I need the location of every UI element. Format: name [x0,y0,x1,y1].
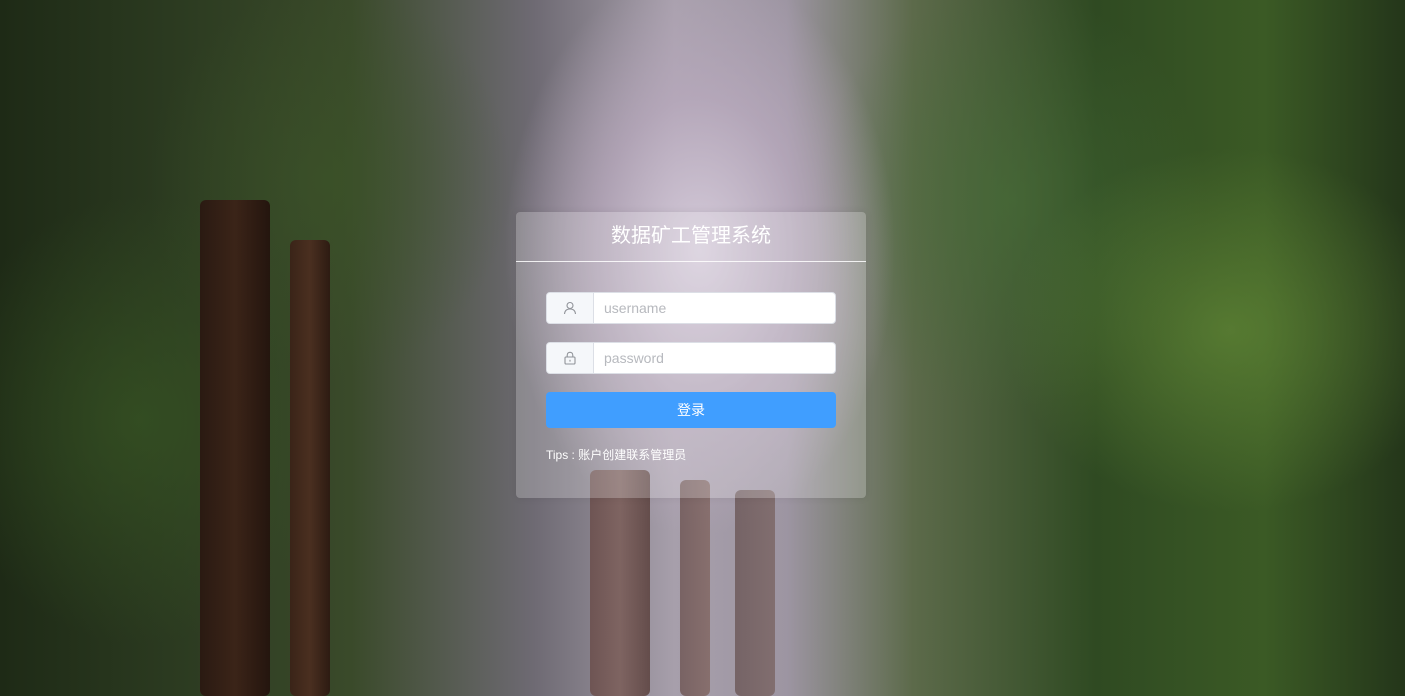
tree-trunk [200,200,270,696]
login-button[interactable]: 登录 [546,392,836,428]
tree-trunk [735,490,775,696]
login-card: 数据矿工管理系统 登录 Tips : 账户创建联系管理员 [516,212,866,498]
tree-trunk [590,470,650,696]
password-field[interactable] [546,342,836,374]
login-tips: Tips : 账户创建联系管理员 [546,448,687,462]
tree-trunk [290,240,330,696]
lock-icon [547,343,594,373]
tree-trunk [680,480,710,696]
login-title: 数据矿工管理系统 [516,212,866,262]
username-input[interactable] [594,293,835,323]
user-icon [547,293,594,323]
username-field[interactable] [546,292,836,324]
password-input[interactable] [594,343,835,373]
